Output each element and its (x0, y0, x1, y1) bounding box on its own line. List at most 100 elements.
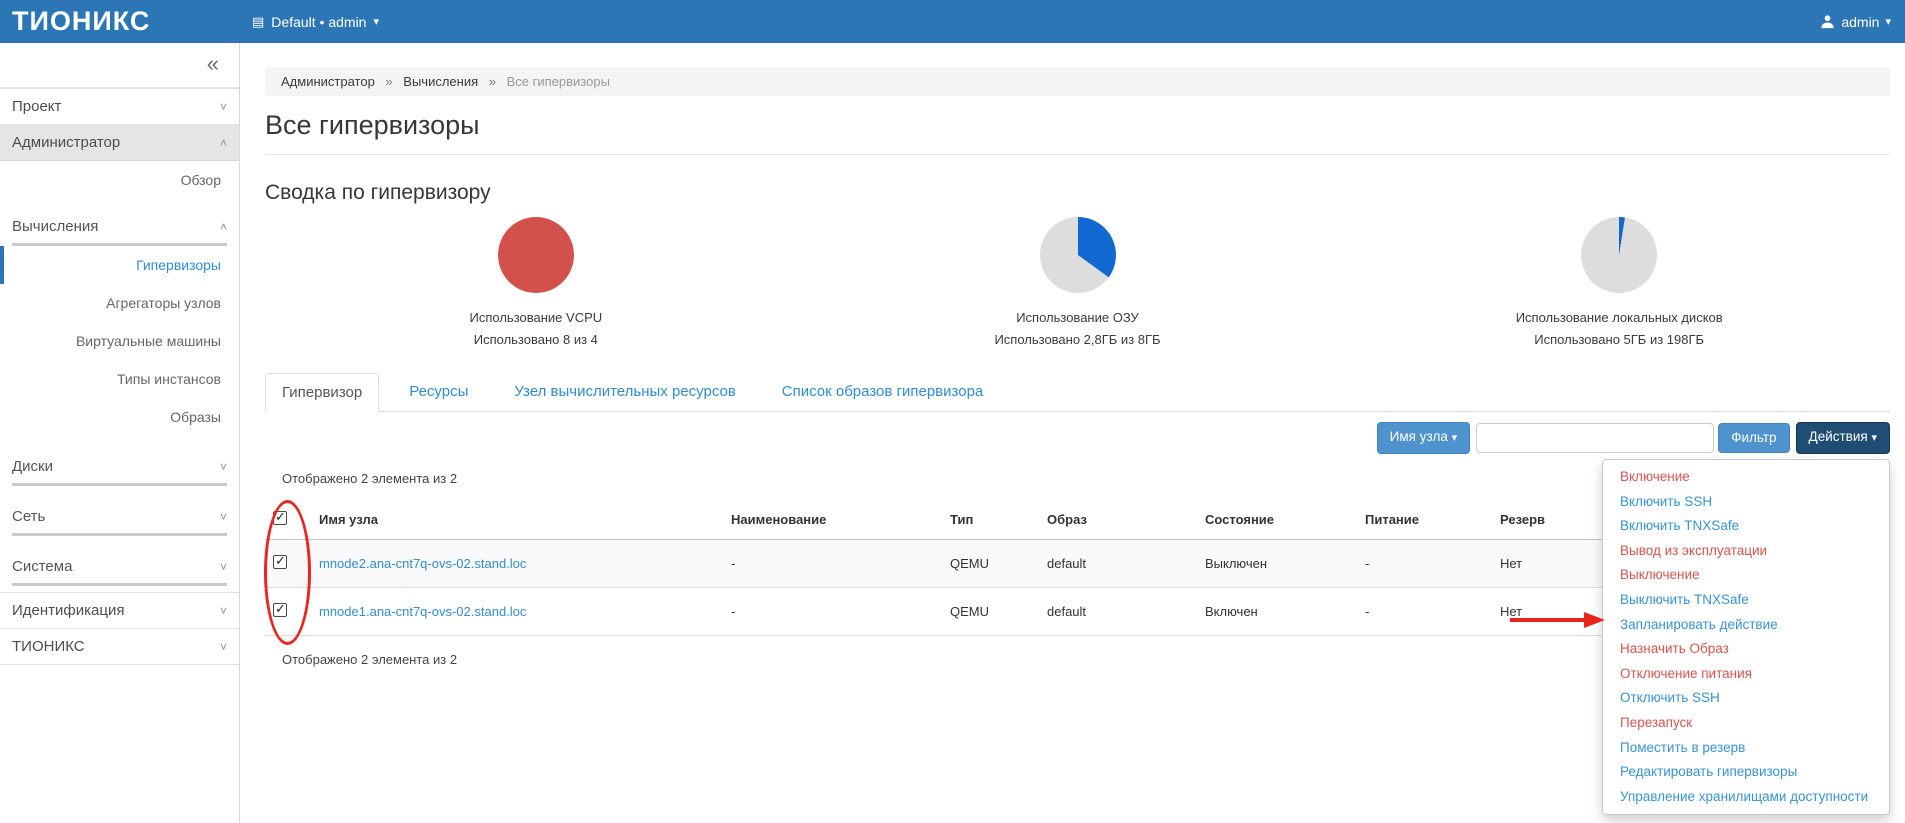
sidebar-item-identity[interactable]: Идентификация ˅ (0, 592, 239, 628)
chart-subtitle: Использовано 5ГБ из 198ГБ (1348, 332, 1890, 347)
chevron-up-icon: ˄ (220, 136, 227, 150)
sidebar-group-label: Вычисления (12, 218, 98, 235)
summary-title: Сводка по гипервизору (265, 181, 1890, 205)
column-header-naming[interactable]: Наименование (723, 500, 942, 540)
sidebar-item-flavors[interactable]: Типы инстансов (0, 360, 239, 398)
filter-button[interactable]: Фильтр (1718, 423, 1789, 453)
column-header-node-name[interactable]: Имя узла (311, 500, 723, 540)
menu-item-enable-ssh[interactable]: Включить SSH (1603, 490, 1889, 515)
chevron-down-icon: ˅ (220, 100, 227, 114)
cell-type: QEMU (942, 588, 1039, 636)
chevron-down-icon: ˅ (220, 460, 227, 474)
row-checkbox[interactable] (273, 555, 287, 569)
hypervisor-summary-charts: Использование VCPU Использовано 8 из 4 И… (265, 217, 1890, 347)
sidebar-item-images[interactable]: Образы (0, 398, 239, 436)
sidebar-item-host-aggregates[interactable]: Агрегаторы узлов (0, 284, 239, 322)
chart-title: Использование локальных дисков (1348, 310, 1890, 325)
menu-item-edit-hypervisors[interactable]: Редактировать гипервизоры (1603, 760, 1889, 785)
disk-pie-chart (1581, 217, 1657, 293)
sidebar-group-volumes[interactable]: Диски ˅ (12, 449, 227, 486)
column-header-type[interactable]: Тип (942, 500, 1039, 540)
cell-image: default (1039, 540, 1197, 588)
context-label: Default • admin (271, 14, 366, 30)
sidebar-collapse-button[interactable]: « (0, 43, 239, 88)
sidebar-group-label: Сеть (12, 508, 45, 525)
menu-item-power-off[interactable]: Выключение (1603, 563, 1889, 588)
breadcrumb: Администратор » Вычисления » Все гиперви… (265, 67, 1890, 96)
chevron-down-icon: ▾ (1452, 432, 1458, 444)
actions-dropdown-menu: Включение Включить SSH Включить TNXSafe … (1602, 459, 1890, 815)
sidebar-group-system[interactable]: Система ˅ (12, 549, 227, 586)
tab-hypervisor-images[interactable]: Список образов гипервизора (766, 373, 999, 412)
column-header-image[interactable]: Образ (1039, 500, 1197, 540)
window-icon: ▤ (252, 14, 264, 30)
sidebar-item-hypervisors[interactable]: Гипервизоры (0, 246, 239, 284)
search-input[interactable] (1476, 423, 1714, 453)
sidebar-item-label: Идентификация (12, 602, 124, 619)
ram-usage-chart: Использование ОЗУ Использовано 2,8ГБ из … (807, 217, 1349, 347)
sidebar-group-label: Система (12, 558, 72, 575)
column-header-state[interactable]: Состояние (1197, 500, 1357, 540)
breadcrumb-current: Все гипервизоры (507, 74, 610, 89)
cell-power: - (1357, 588, 1492, 636)
filter-field-label: Имя узла (1390, 429, 1448, 444)
menu-item-disable-ssh[interactable]: Отключить SSH (1603, 686, 1889, 711)
breadcrumb-compute[interactable]: Вычисления (403, 74, 478, 89)
sidebar-item-tionix[interactable]: ТИОНИКС ˅ (0, 628, 239, 665)
node-name-link[interactable]: mnode2.ana-cnt7q-ovs-02.stand.loc (319, 556, 526, 571)
chart-title: Использование ОЗУ (807, 310, 1349, 325)
menu-item-disable-tnxsafe[interactable]: Выключить TNXSafe (1603, 588, 1889, 613)
user-icon (1820, 14, 1835, 29)
tab-bar: Гипервизор Ресурсы Узел вычислительных р… (265, 373, 1890, 412)
ram-pie-chart (1040, 217, 1116, 293)
menu-item-schedule-action[interactable]: Запланировать действие (1603, 613, 1889, 638)
row-checkbox[interactable] (273, 603, 287, 617)
chevron-down-icon: ˅ (220, 560, 227, 574)
sidebar-item-overview[interactable]: Обзор (0, 161, 239, 199)
menu-item-decommission[interactable]: Вывод из эксплуатации (1603, 539, 1889, 564)
chevron-down-icon: ▾ (1871, 432, 1877, 444)
node-name-link[interactable]: mnode1.ana-cnt7q-ovs-02.stand.loc (319, 604, 526, 619)
cell-image: default (1039, 588, 1197, 636)
menu-item-power-on[interactable]: Включение (1603, 465, 1889, 490)
tionix-logo[interactable]: ТИОНИКС (0, 6, 240, 37)
sidebar-group-label: Диски (12, 458, 53, 475)
chevron-down-icon: ▾ (1885, 15, 1891, 28)
sidebar-item-project[interactable]: Проект ˅ (0, 88, 239, 124)
tab-compute-host[interactable]: Узел вычислительных ресурсов (498, 373, 751, 412)
cell-power: - (1357, 540, 1492, 588)
sidebar-item-instances[interactable]: Виртуальные машины (0, 322, 239, 360)
cell-naming: - (723, 588, 942, 636)
chevron-down-icon: ˅ (220, 510, 227, 524)
chevron-down-icon: ˅ (220, 604, 227, 618)
sidebar-group-compute[interactable]: Вычисления ˄ (12, 209, 227, 246)
vcpu-pie-chart (498, 217, 574, 293)
menu-item-assign-image[interactable]: Назначить Образ (1603, 637, 1889, 662)
topbar: ТИОНИКС ▤ Default • admin ▾ admin ▾ (0, 0, 1905, 43)
column-header-power[interactable]: Питание (1357, 500, 1492, 540)
select-all-checkbox[interactable] (273, 511, 287, 525)
tab-hypervisor[interactable]: Гипервизор (265, 373, 379, 412)
disk-usage-chart: Использование локальных дисков Использов… (1348, 217, 1890, 347)
chevron-down-icon: ˅ (220, 640, 227, 654)
context-switcher[interactable]: ▤ Default • admin ▾ (252, 14, 379, 30)
breadcrumb-admin[interactable]: Администратор (281, 74, 375, 89)
menu-item-manage-availability-storages[interactable]: Управление хранилищами доступности (1603, 785, 1889, 810)
chart-title: Использование VCPU (265, 310, 807, 325)
sidebar-group-network[interactable]: Сеть ˅ (12, 499, 227, 536)
actions-button[interactable]: Действия ▾ (1796, 422, 1890, 454)
menu-item-power-disconnect[interactable]: Отключение питания (1603, 662, 1889, 687)
user-menu[interactable]: admin ▾ (1820, 14, 1891, 30)
sidebar: « Проект ˅ Администратор ˄ Обзор Вычисле… (0, 43, 240, 823)
menu-item-put-in-reserve[interactable]: Поместить в резерв (1603, 736, 1889, 761)
menu-item-enable-tnxsafe[interactable]: Включить TNXSafe (1603, 514, 1889, 539)
tab-resources[interactable]: Ресурсы (393, 373, 484, 412)
menu-item-restart[interactable]: Перезапуск (1603, 711, 1889, 736)
table-toolbar: Имя узла ▾ Фильтр Действия ▾ (265, 423, 1890, 453)
cell-type: QEMU (942, 540, 1039, 588)
chart-subtitle: Использовано 8 из 4 (265, 332, 807, 347)
sidebar-item-label: ТИОНИКС (12, 638, 85, 655)
sidebar-item-label: Администратор (12, 134, 120, 151)
filter-field-dropdown[interactable]: Имя узла ▾ (1377, 422, 1471, 454)
sidebar-item-admin[interactable]: Администратор ˄ (0, 124, 239, 161)
